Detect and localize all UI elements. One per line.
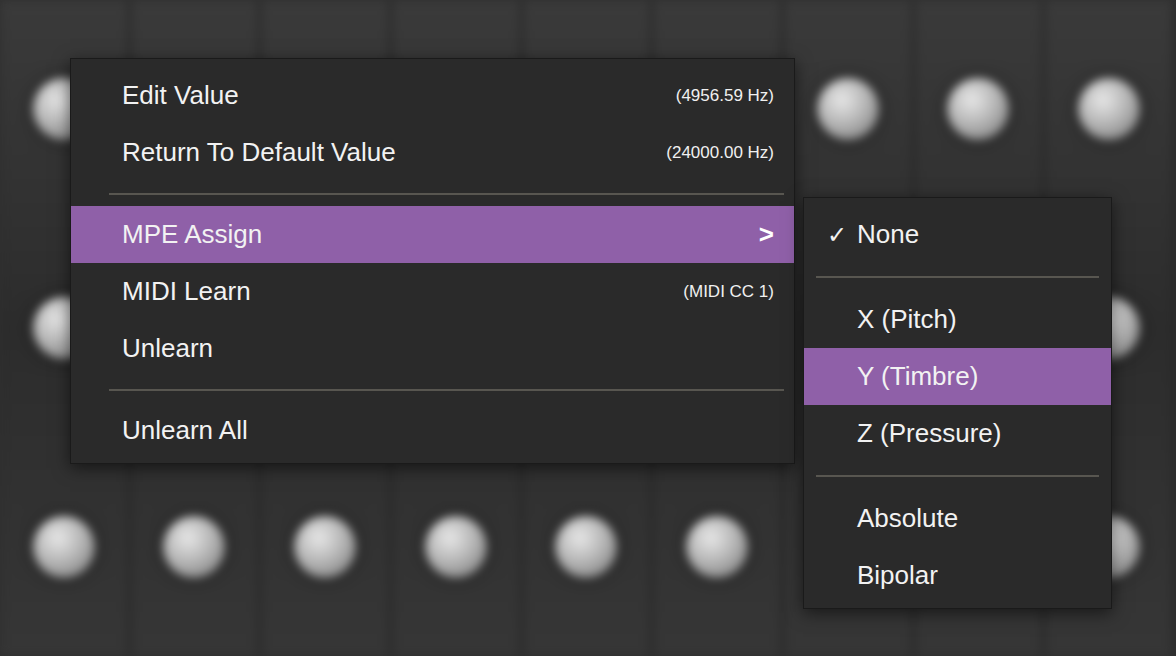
knob-icon <box>294 516 356 578</box>
menu-separator <box>71 181 794 206</box>
menu-item[interactable]: Edit Value (4956.59 Hz) <box>71 67 794 124</box>
knob-cell <box>784 0 915 219</box>
menu-item-label: MPE Assign <box>122 219 262 250</box>
menu-item-label: Unlearn <box>122 333 213 364</box>
submenu-option[interactable]: Bipolar <box>804 547 1111 604</box>
knob-icon <box>425 516 487 578</box>
knob-icon <box>1078 78 1140 140</box>
option-label: Y (Timbre) <box>857 361 978 392</box>
menu-item[interactable]: MIDI Learn (MIDI CC 1) <box>71 263 794 320</box>
menu-item-label: Return To Default Value <box>122 137 396 168</box>
knob-icon <box>817 78 879 140</box>
mpe-submenu: ✓None X (Pitch) Y (Timbre) Z (Pressure) Abso… <box>803 197 1112 609</box>
submenu-option[interactable]: ✓None <box>804 206 1111 263</box>
option-label: None <box>857 219 919 250</box>
knob-cell <box>523 437 654 656</box>
menu-item[interactable]: Return To Default Value (24000.00 Hz) <box>71 124 794 181</box>
knob-cell <box>261 437 392 656</box>
knob-icon <box>947 78 1009 140</box>
submenu-item[interactable]: MPE Assign > <box>71 206 794 263</box>
knob-cell <box>392 437 523 656</box>
menu-item[interactable]: Unlearn All <box>71 402 794 459</box>
menu-item[interactable]: Unlearn <box>71 320 794 377</box>
option-label: Bipolar <box>857 560 938 591</box>
menu-item-value: (MIDI CC 1) <box>667 282 774 302</box>
knob-cell <box>0 437 131 656</box>
submenu-option[interactable]: X (Pitch) <box>804 291 1111 348</box>
submenu-arrow-icon: > <box>759 219 774 250</box>
knob-cell <box>131 437 262 656</box>
option-label: Absolute <box>857 503 958 534</box>
submenu-option[interactable]: Z (Pressure) <box>804 405 1111 462</box>
separator-line <box>109 389 784 391</box>
check-icon: ✓ <box>827 221 857 249</box>
knob-icon <box>555 516 617 578</box>
knob-cell <box>1045 0 1176 219</box>
option-label: X (Pitch) <box>857 304 957 335</box>
knob-icon <box>686 516 748 578</box>
menu-separator <box>804 263 1111 291</box>
separator-line <box>816 475 1099 477</box>
knob-cell <box>915 0 1046 219</box>
knob-cell <box>653 437 784 656</box>
separator-line <box>816 276 1099 278</box>
menu-item-value: (24000.00 Hz) <box>650 143 774 163</box>
menu-separator <box>71 377 794 402</box>
submenu-option[interactable]: Y (Timbre) <box>804 348 1111 405</box>
plugin-window: Edit Value (4956.59 Hz) Return To Default … <box>0 0 1176 656</box>
context-menu: Edit Value (4956.59 Hz) Return To Default … <box>70 58 795 464</box>
knob-icon <box>33 516 95 578</box>
separator-line <box>109 193 784 195</box>
menu-item-value: (4956.59 Hz) <box>660 86 774 106</box>
menu-item-label: Unlearn All <box>122 415 248 446</box>
option-label: Z (Pressure) <box>857 418 1001 449</box>
submenu-option[interactable]: Absolute <box>804 490 1111 547</box>
menu-item-label: MIDI Learn <box>122 276 251 307</box>
menu-separator <box>804 462 1111 490</box>
menu-item-label: Edit Value <box>122 80 239 111</box>
knob-icon <box>163 516 225 578</box>
